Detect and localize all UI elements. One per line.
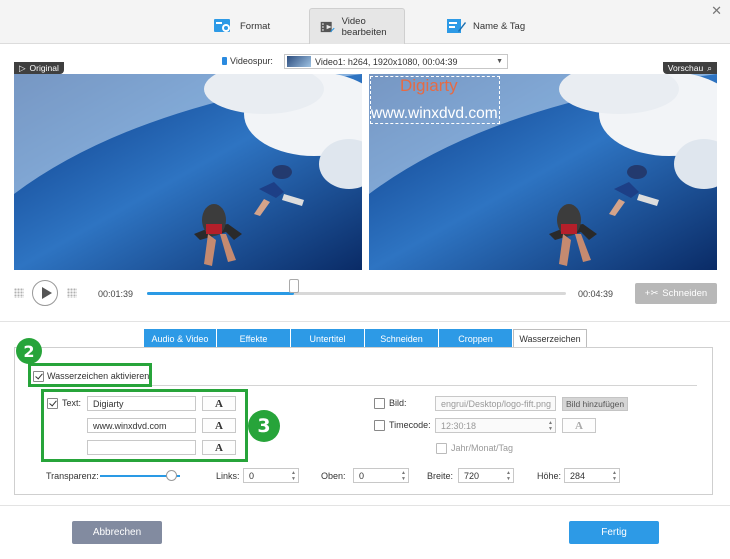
play-button[interactable] — [32, 280, 58, 306]
seek-thumb[interactable] — [289, 279, 299, 293]
current-time: 00:01:39 — [98, 289, 134, 299]
total-time: 00:04:39 — [578, 289, 614, 299]
date-label: Jahr/Monat/Tag — [451, 443, 514, 453]
height-value: 284 — [570, 470, 586, 481]
playback-controls: 00:01:39 00:04:39 — [0, 280, 730, 306]
watermark-text-line1: Digiarty — [400, 76, 458, 95]
add-image-button[interactable]: Bild hinzufügen — [562, 397, 629, 411]
tab-name-tag-label: Name & Tag — [473, 20, 526, 32]
top-value: 0 — [359, 470, 365, 481]
preview-label-tag: Vorschau ⌕ — [662, 62, 717, 74]
timecode-label: Timecode: — [389, 420, 431, 430]
timecode-font-button[interactable]: A — [562, 418, 596, 433]
date-checkbox[interactable] — [436, 443, 447, 454]
magnifier-icon: ⌕ — [707, 63, 712, 73]
tab-untertitel[interactable]: Untertitel — [291, 329, 365, 348]
spinner-icon[interactable]: ▲ ▼ — [506, 470, 511, 482]
left-value: 0 — [249, 470, 255, 481]
seek-bar-progress — [147, 292, 294, 295]
timecode-checkbox[interactable] — [374, 420, 385, 431]
tab-format-label: Format — [240, 20, 271, 32]
footer-separator — [0, 505, 730, 506]
left-label: Links: — [216, 471, 240, 481]
output-preview: Vorschau ⌕ Digiarty www.winxdvd.com — [369, 62, 717, 270]
timecode-value: 12:30:18 — [441, 420, 477, 431]
tab-name-tag[interactable]: Name & Tag — [436, 8, 535, 44]
original-label-tag: ▷ Original — [14, 62, 64, 74]
tab-effekte[interactable]: Effekte — [217, 329, 291, 348]
width-label: Breite: — [427, 471, 454, 481]
left-input[interactable]: 0 ▲ ▼ — [243, 468, 299, 483]
top-label: Oben: — [321, 471, 346, 481]
tab-schneiden[interactable]: Schneiden — [365, 329, 439, 348]
edit-tabs: Audio & Video Effekte Untertitel Schneid… — [144, 329, 587, 348]
grip-left-icon[interactable] — [14, 288, 24, 298]
grip-right-icon[interactable] — [67, 288, 77, 298]
width-input[interactable]: 720 ▲ ▼ — [458, 468, 514, 483]
transparency-slider-thumb[interactable] — [166, 470, 177, 481]
transparency-label: Transparenz: — [46, 471, 99, 481]
spinner-icon[interactable]: ▲ ▼ — [612, 470, 617, 482]
spinner-icon[interactable]: ▲ ▼ — [401, 470, 406, 482]
video-edit-icon — [320, 21, 335, 32]
tab-video-bearbeiten-label: Video bearbeiten — [341, 15, 387, 38]
original-preview: ▷ Original — [14, 62, 362, 270]
tab-croppen[interactable]: Croppen — [439, 329, 513, 348]
image-checkbox[interactable] — [374, 398, 385, 409]
seek-bar[interactable] — [147, 292, 566, 295]
cut-button-label: Schneiden — [662, 288, 708, 299]
scissors-icon: +✂ — [644, 288, 659, 299]
tab-format[interactable]: Format — [203, 8, 280, 44]
image-label: Bild: — [389, 398, 407, 408]
tab-video-bearbeiten[interactable]: Video bearbeiten — [309, 8, 405, 44]
spinner-icon[interactable]: ▲ ▼ — [291, 470, 296, 482]
original-label: Original — [29, 63, 59, 73]
close-icon[interactable]: ✕ — [711, 3, 722, 19]
watermark-text-line2: www.winxdvd.com — [371, 105, 498, 122]
format-settings-icon — [214, 19, 230, 32]
image-path-input[interactable]: engrui/Desktop/logo-fift.png — [435, 396, 556, 411]
cancel-button[interactable]: Abbrechen — [72, 521, 162, 544]
spinner-icon[interactable]: ▲ ▼ — [548, 420, 553, 432]
section-divider — [152, 385, 697, 386]
annotation-badge-3: 3 — [248, 410, 280, 442]
name-tag-edit-icon — [447, 19, 466, 33]
cut-button[interactable]: +✂ Schneiden — [635, 283, 717, 304]
height-input[interactable]: 284 ▲ ▼ — [564, 468, 620, 483]
width-value: 720 — [464, 470, 480, 481]
top-toolbar: Format Video bearbeiten Name & Tag ✕ — [0, 0, 730, 44]
annotation-badge-2: 2 — [16, 338, 42, 364]
separator — [0, 321, 730, 322]
preview-label: Vorschau — [667, 63, 704, 73]
annotation-box-enable — [28, 363, 152, 387]
play-outline-icon: ▷ — [19, 63, 26, 73]
tab-wasserzeichen[interactable]: Wasserzeichen — [513, 329, 587, 348]
annotation-box-text — [41, 389, 248, 462]
timecode-input[interactable]: 12:30:18 ▲ ▼ — [435, 418, 556, 433]
skydive-frame-original — [14, 74, 362, 270]
ok-button[interactable]: Fertig — [569, 521, 659, 544]
height-label: Höhe: — [537, 471, 562, 481]
top-input[interactable]: 0 ▲ ▼ — [353, 468, 409, 483]
tab-audio-video[interactable]: Audio & Video — [144, 329, 217, 348]
